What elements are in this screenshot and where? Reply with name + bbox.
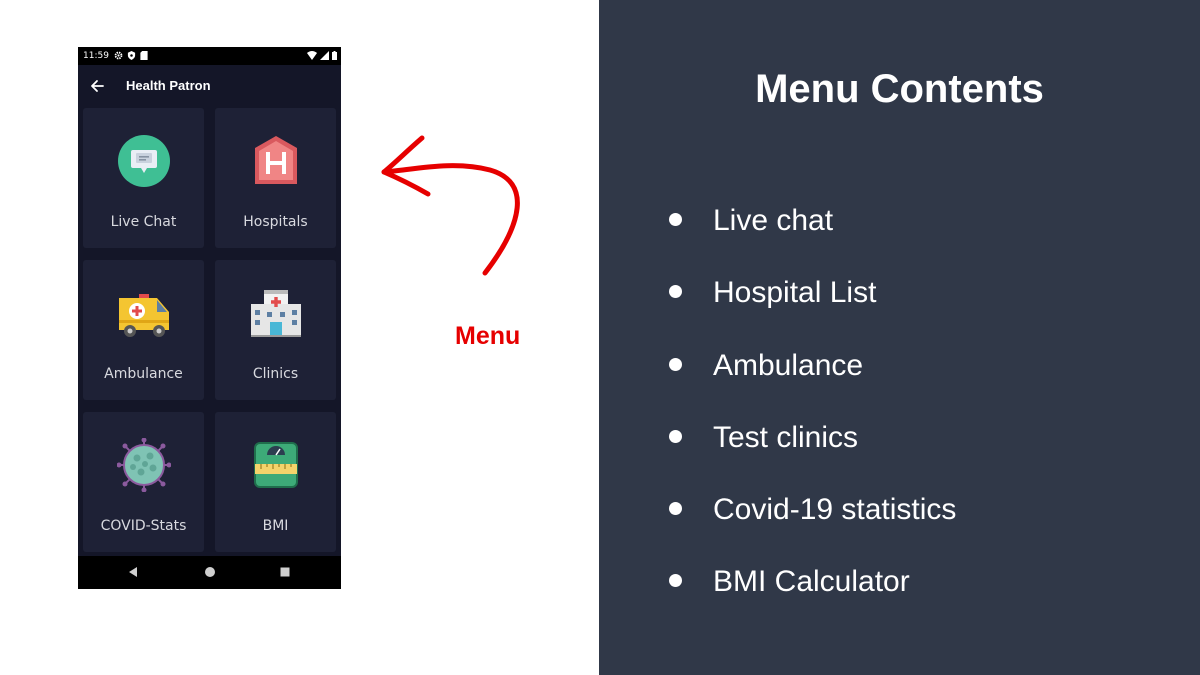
list-item-text: Covid-19 statistics	[713, 493, 957, 526]
panel-heading: Menu Contents	[755, 67, 1044, 111]
tile-label: COVID-Stats	[100, 518, 187, 534]
list-item: Hospital List	[669, 273, 876, 313]
list-item-text: Live chat	[713, 204, 834, 237]
battery-icon	[332, 51, 337, 60]
hospital-h-icon	[255, 136, 297, 184]
annotation-label: Menu	[455, 322, 521, 350]
clinic-building-icon	[251, 290, 301, 337]
bullet-icon	[669, 358, 682, 372]
tile-label: Clinics	[252, 366, 299, 382]
back-arrow-icon[interactable]	[88, 77, 106, 95]
menu-contents-panel: Menu Contents Live chat Hospital List Am…	[599, 0, 1200, 675]
tile-label: BMI	[262, 518, 289, 534]
list-item: Covid-19 statistics	[669, 490, 956, 530]
list-item: BMI Calculator	[669, 562, 910, 602]
menu-tile-covid-stats[interactable]: COVID-Stats	[83, 412, 204, 552]
list-item-text: Hospital List	[713, 276, 877, 309]
wifi-icon	[307, 51, 317, 60]
virus-icon	[117, 438, 171, 492]
ambulance-icon	[119, 294, 169, 337]
tile-label: Hospitals	[243, 214, 308, 230]
menu-tile-live-chat[interactable]: Live Chat	[83, 108, 204, 248]
status-bar: 11:59	[78, 47, 341, 65]
list-item-text: BMI Calculator	[713, 565, 910, 598]
settings-icon	[114, 51, 123, 60]
app-title: Health Patron	[126, 78, 211, 93]
nav-home-icon[interactable]	[203, 565, 217, 579]
cellular-signal-icon	[320, 51, 329, 60]
weighing-scale-icon	[254, 442, 298, 488]
list-item: Test clinics	[669, 418, 858, 458]
nav-recents-icon[interactable]	[278, 565, 292, 579]
bullet-icon	[669, 502, 682, 516]
list-item-text: Ambulance	[713, 349, 864, 382]
nav-back-icon[interactable]	[126, 565, 140, 579]
app-bar: Health Patron	[78, 65, 341, 107]
chat-bubble-icon	[118, 135, 170, 187]
menu-tile-ambulance[interactable]: Ambulance	[83, 260, 204, 400]
sd-card-icon	[140, 51, 148, 60]
menu-tile-clinics[interactable]: Clinics	[215, 260, 336, 400]
system-nav-bar	[78, 556, 341, 589]
bullet-icon	[669, 430, 682, 444]
bullet-icon	[669, 574, 682, 588]
annotation-arrow	[381, 135, 520, 276]
menu-tile-bmi[interactable]: BMI	[215, 412, 336, 552]
bullet-icon	[669, 285, 682, 299]
status-time: 11:59	[83, 51, 109, 61]
list-item: Live chat	[669, 201, 833, 241]
list-item-text: Test clinics	[713, 421, 859, 454]
list-item: Ambulance	[669, 346, 863, 386]
bullet-icon	[669, 213, 682, 227]
tile-label: Live Chat	[110, 214, 177, 230]
shield-icon	[127, 51, 136, 60]
tile-label: Ambulance	[104, 366, 183, 382]
menu-tile-hospitals[interactable]: Hospitals	[215, 108, 336, 248]
phone-screenshot: 11:59 Health Patron Live Chat Hospitals …	[78, 47, 341, 589]
